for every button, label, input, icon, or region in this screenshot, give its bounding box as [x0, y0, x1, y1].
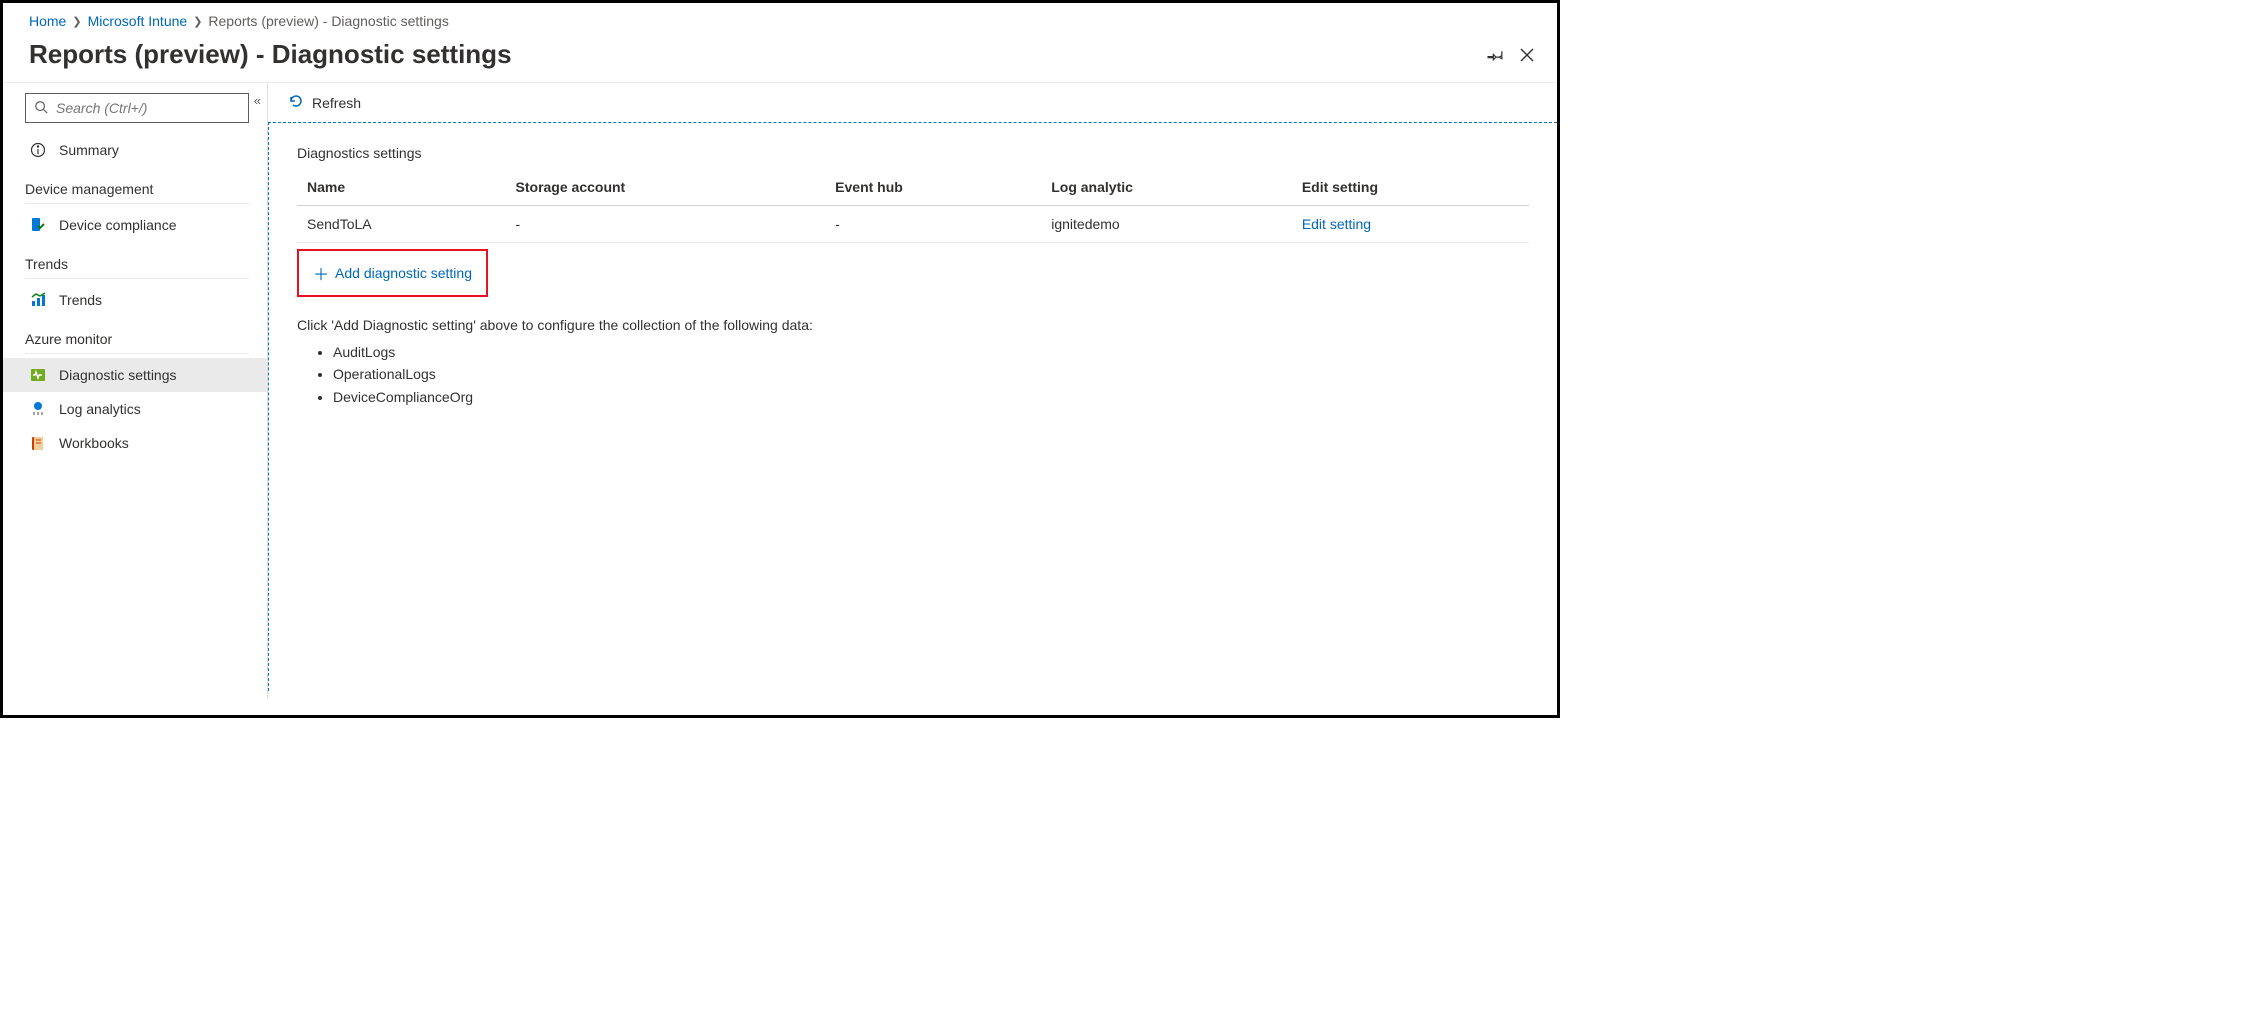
- cell-storage: -: [506, 206, 826, 243]
- help-text: Click 'Add Diagnostic setting' above to …: [297, 317, 1529, 333]
- diagnostics-table: Name Storage account Event hub Log analy…: [297, 171, 1529, 243]
- section-trends: Trends: [25, 242, 249, 279]
- col-name: Name: [297, 171, 506, 206]
- sidebar-item-label: Summary: [59, 142, 119, 158]
- cell-log-analytic: ignitedemo: [1041, 206, 1292, 243]
- section-azure-monitor: Azure monitor: [25, 317, 249, 354]
- sidebar-item-label: Diagnostic settings: [59, 367, 177, 383]
- add-diagnostic-label: Add diagnostic setting: [335, 265, 472, 281]
- plus-icon: ＋: [313, 261, 329, 285]
- col-log-analytic: Log analytic: [1041, 171, 1292, 206]
- sidebar-item-log-analytics[interactable]: Log analytics: [3, 392, 267, 426]
- col-event-hub: Event hub: [825, 171, 1041, 206]
- sidebar-item-workbooks[interactable]: Workbooks: [3, 426, 267, 460]
- pin-icon[interactable]: [1487, 46, 1505, 64]
- sidebar: « Summary Device management Device compl…: [3, 83, 267, 699]
- sidebar-item-trends[interactable]: Trends: [3, 283, 267, 317]
- refresh-button[interactable]: Refresh: [312, 95, 361, 111]
- diagnostic-icon: [29, 366, 47, 384]
- sidebar-item-diagnostic-settings[interactable]: Diagnostic settings: [3, 358, 267, 392]
- search-input[interactable]: [54, 99, 240, 117]
- page-title: Reports (preview) - Diagnostic settings: [29, 39, 1487, 70]
- device-icon: [29, 216, 47, 234]
- breadcrumb: Home ❯ Microsoft Intune ❯ Reports (previ…: [3, 3, 1557, 37]
- info-icon: [29, 141, 47, 159]
- search-box[interactable]: [25, 93, 249, 123]
- sidebar-item-label: Log analytics: [59, 401, 141, 417]
- sidebar-item-label: Device compliance: [59, 217, 177, 233]
- sidebar-item-label: Trends: [59, 292, 102, 308]
- breadcrumb-intune[interactable]: Microsoft Intune: [88, 13, 188, 29]
- collapse-sidebar-icon[interactable]: «: [254, 93, 261, 108]
- search-icon: [34, 100, 48, 117]
- chevron-right-icon: ❯: [193, 15, 202, 28]
- cell-event-hub: -: [825, 206, 1041, 243]
- list-item: AuditLogs: [333, 341, 1529, 363]
- sidebar-item-label: Workbooks: [59, 435, 129, 451]
- log-analytics-icon: [29, 400, 47, 418]
- sidebar-item-summary[interactable]: Summary: [3, 133, 267, 167]
- breadcrumb-current: Reports (preview) - Diagnostic settings: [208, 13, 448, 29]
- close-icon[interactable]: [1519, 47, 1535, 63]
- title-bar: Reports (preview) - Diagnostic settings: [3, 37, 1557, 83]
- col-edit: Edit setting: [1292, 171, 1529, 206]
- data-types-list: AuditLogs OperationalLogs DeviceComplian…: [333, 341, 1529, 408]
- section-device-management: Device management: [25, 167, 249, 204]
- panel-heading: Diagnostics settings: [297, 145, 1529, 161]
- sidebar-item-device-compliance[interactable]: Device compliance: [3, 208, 267, 242]
- refresh-icon: [288, 93, 304, 112]
- cell-name: SendToLA: [297, 206, 506, 243]
- list-item: DeviceComplianceOrg: [333, 386, 1529, 408]
- list-item: OperationalLogs: [333, 363, 1529, 385]
- add-diagnostic-setting-button[interactable]: ＋ Add diagnostic setting: [297, 249, 488, 297]
- chart-icon: [29, 291, 47, 309]
- table-row: SendToLA - - ignitedemo Edit setting: [297, 206, 1529, 243]
- breadcrumb-home[interactable]: Home: [29, 13, 66, 29]
- edit-setting-link[interactable]: Edit setting: [1292, 206, 1529, 243]
- workbook-icon: [29, 434, 47, 452]
- chevron-right-icon: ❯: [72, 15, 81, 28]
- main-content: Refresh Diagnostics settings Name Storag…: [267, 83, 1557, 699]
- col-storage: Storage account: [506, 171, 826, 206]
